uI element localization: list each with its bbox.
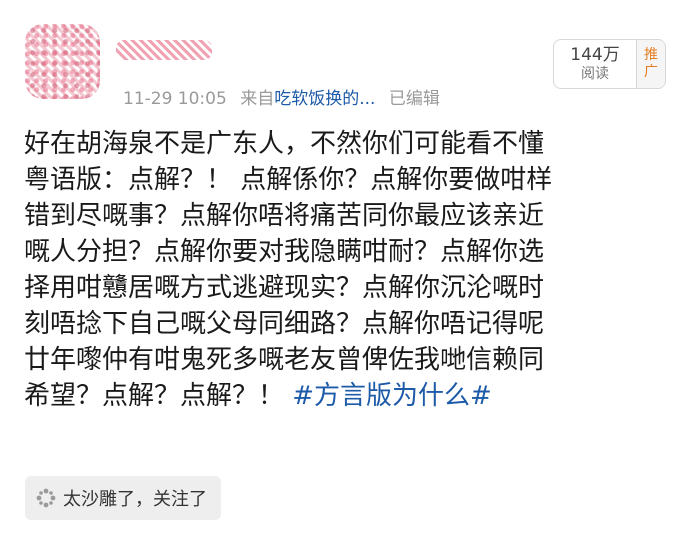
- post-line: 错到尽嘅事？点解你唔将痛苦同你最应该亲近: [24, 201, 545, 231]
- edited-label[interactable]: 已编辑: [389, 89, 440, 109]
- sparkle-icon: [36, 488, 56, 508]
- reason-text: 太沙雕了，关注了: [63, 489, 207, 510]
- post-time: 11-29 10:05: [123, 89, 227, 109]
- views-count: 144万: [570, 45, 620, 65]
- post-line-text: 希望？点解？点解？！: [24, 381, 293, 411]
- hashtag-link[interactable]: #方言版为什么#: [292, 381, 492, 411]
- post-line: 刻唔捻下自己嘅父母同细路？点解你唔记得呢: [24, 309, 545, 339]
- post-line: 择用咁戇居嘅方式逃避现实？点解你沉沦嘅时: [24, 273, 545, 303]
- views-stat: 144万 阅读: [554, 40, 637, 88]
- source-link[interactable]: 吃软饭换的...: [274, 89, 375, 109]
- reason-chip[interactable]: 太沙雕了，关注了: [25, 476, 221, 520]
- username[interactable]: [116, 40, 212, 60]
- views-label: 阅读: [581, 66, 609, 82]
- promote-char-2: 广: [644, 64, 658, 80]
- post-body: 好在胡海泉不是广东人，不然你们可能看不懂 粤语版：点解？！ 点解係你？点解你要做…: [24, 126, 668, 414]
- promote-button[interactable]: 推 广: [637, 40, 665, 88]
- avatar[interactable]: [25, 24, 100, 99]
- post-line-last: 希望？点解？点解？！ #方言版为什么#: [24, 378, 668, 414]
- post-line: 好在胡海泉不是广东人，不然你们可能看不懂: [24, 129, 545, 159]
- post-line: 粤语版：点解？！ 点解係你？点解你要做咁样: [24, 165, 553, 195]
- post-meta: 11-29 10:05 来自吃软饭换的... 已编辑: [123, 84, 440, 109]
- post-line: 嘅人分担？点解你要对我隐瞒咁耐？点解你选: [24, 237, 545, 267]
- views-box[interactable]: 144万 阅读 推 广: [553, 39, 666, 89]
- promote-char-1: 推: [644, 47, 658, 63]
- source-prefix: 来自: [240, 89, 275, 109]
- post-line: 廿年嚟仲有咁鬼死多嘅老友曾俾佐我哋信赖同: [24, 345, 545, 375]
